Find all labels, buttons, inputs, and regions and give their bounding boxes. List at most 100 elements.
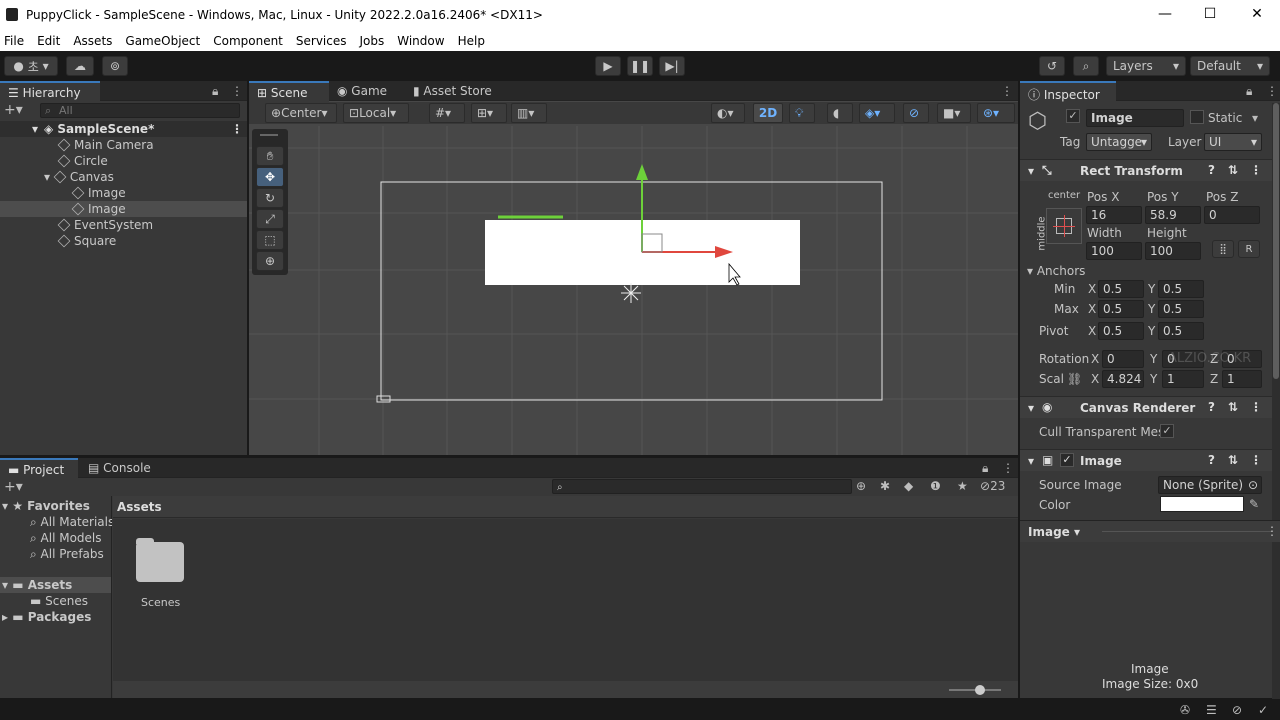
step-button[interactable]: ▶|: [659, 56, 685, 76]
image-enabled-checkbox[interactable]: ✓: [1060, 453, 1074, 467]
hierarchy-item[interactable]: Main Camera: [57, 137, 154, 153]
menu-gameobject[interactable]: GameObject: [125, 34, 200, 48]
object-name-input[interactable]: Image: [1086, 109, 1184, 127]
project-search-input[interactable]: ⌕: [552, 479, 852, 494]
canvas-renderer-header[interactable]: ▾ ◉ Canvas Renderer ? ⇅ ⋮: [1020, 396, 1272, 418]
cloud-button[interactable]: ☁: [66, 56, 94, 76]
hierarchy-search-input[interactable]: ⌕ All: [40, 103, 240, 118]
tag-dropdown[interactable]: Untagge ▾: [1086, 133, 1152, 151]
anchor-max-y-field[interactable]: 0.5: [1158, 300, 1204, 318]
hidden-packages-toggle[interactable]: ⊘23: [980, 479, 1005, 493]
kebab-menu-icon[interactable]: ⋮: [1001, 84, 1013, 98]
expand-arrow-icon[interactable]: ▾: [1028, 401, 1034, 415]
anchors-foldout[interactable]: ▾ Anchors: [1027, 264, 1085, 278]
star-icon[interactable]: ★: [957, 479, 968, 493]
tab-hierarchy[interactable]: ☰ Hierarchy: [0, 81, 100, 102]
posy-field[interactable]: 58.9: [1145, 206, 1201, 224]
menu-edit[interactable]: Edit: [37, 34, 60, 48]
preset-icon[interactable]: ⇅: [1228, 400, 1238, 414]
transform-tool[interactable]: ⊕: [256, 251, 284, 271]
constrain-proportions-icon[interactable]: ⛓︎: [1067, 372, 1082, 386]
source-image-field[interactable]: None (Sprite) ⊙: [1158, 476, 1262, 494]
blueprint-mode-button[interactable]: ⣿: [1212, 240, 1234, 258]
breadcrumb-assets[interactable]: Assets: [117, 500, 162, 514]
lock-icon[interactable]: 🔒︎: [212, 84, 218, 99]
expand-arrow-icon[interactable]: ▾: [1028, 454, 1034, 468]
favorite-item[interactable]: ⌕ All Prefabs: [30, 546, 104, 562]
layers-dropdown[interactable]: Layers ▾: [1106, 56, 1186, 76]
zoom-slider-thumb[interactable]: [975, 685, 985, 695]
menu-component[interactable]: Component: [213, 34, 283, 48]
tag-icon[interactable]: ◆: [904, 479, 913, 493]
scenes-folder[interactable]: ▬ Scenes: [30, 593, 88, 609]
object-picker-icon[interactable]: ⊙: [1248, 477, 1258, 493]
expand-arrow-icon[interactable]: ▾: [32, 121, 38, 137]
expand-arrow-icon[interactable]: ▾: [1028, 164, 1034, 178]
favorites-foldout[interactable]: ▾ ★ Favorites: [2, 498, 90, 514]
kebab-menu-icon[interactable]: ⋮: [1002, 461, 1014, 475]
expand-arrow-icon[interactable]: ▾: [44, 170, 54, 184]
mode-2d-toggle[interactable]: 2D: [753, 103, 783, 123]
static-checkbox[interactable]: [1190, 110, 1204, 124]
anchor-preset-button[interactable]: [1046, 208, 1082, 244]
width-field[interactable]: 100: [1086, 242, 1142, 260]
hierarchy-item-selected[interactable]: Image: [0, 201, 247, 217]
inspector-scrollbar[interactable]: [1272, 103, 1280, 699]
tab-game[interactable]: ◉ Game: [329, 81, 403, 102]
y-axis-arrow[interactable]: [636, 164, 648, 180]
drag-handle[interactable]: [260, 134, 278, 136]
menu-window[interactable]: Window: [397, 34, 444, 48]
preview-dropdown[interactable]: Image ▾: [1028, 525, 1080, 539]
search-by-type-icon[interactable]: ⊕: [856, 479, 866, 493]
kebab-menu-icon[interactable]: ⋮: [231, 121, 243, 137]
anchor-min-x-field[interactable]: 0.5: [1098, 280, 1144, 298]
eyedropper-icon[interactable]: ✎: [1249, 497, 1259, 511]
tab-project[interactable]: ▬ Project: [0, 458, 78, 479]
tab-inspector[interactable]: ⓘ Inspector: [1020, 81, 1116, 102]
lock-icon[interactable]: 🔒︎: [982, 461, 988, 476]
add-icon[interactable]: +▾: [4, 102, 23, 118]
increment-snap-button[interactable]: ▥▾: [511, 103, 547, 123]
hidden-objects-toggle[interactable]: ⊘: [903, 103, 929, 123]
rect-transform-header[interactable]: ▾ ⤡ Rect Transform ? ⇅ ⋮: [1020, 159, 1272, 181]
pivot-dropdown[interactable]: ⊕ Center ▾: [265, 103, 337, 123]
scale-x-field[interactable]: 4.824: [1102, 370, 1144, 388]
preset-icon[interactable]: ⇅: [1228, 163, 1238, 177]
collab-button[interactable]: ⊚: [102, 56, 128, 76]
network-icon[interactable]: ✇: [1180, 703, 1190, 717]
color-swatch[interactable]: [1160, 496, 1244, 512]
favorite-item[interactable]: ⌕ All Materials: [30, 514, 112, 530]
rect-tool[interactable]: ⬚: [256, 230, 284, 250]
cull-transparent-checkbox[interactable]: ✓: [1160, 424, 1174, 438]
effects-toggle[interactable]: ◈▾: [859, 103, 895, 123]
menu-assets[interactable]: Assets: [73, 34, 112, 48]
pause-button[interactable]: ❚❚: [627, 56, 653, 76]
preset-icon[interactable]: ⇅: [1228, 453, 1238, 467]
pivot-x-field[interactable]: 0.5: [1098, 322, 1144, 340]
height-field[interactable]: 100: [1145, 242, 1201, 260]
debug-icon[interactable]: ⊘: [1232, 703, 1242, 717]
help-icon[interactable]: ?: [1208, 163, 1215, 177]
account-dropdown[interactable]: ● 초 ▾: [4, 56, 58, 76]
info-circle-icon[interactable]: ❶: [930, 479, 941, 493]
anchor-max-x-field[interactable]: 0.5: [1098, 300, 1144, 318]
kebab-menu-icon[interactable]: ⋮: [1250, 453, 1262, 467]
help-icon[interactable]: ?: [1208, 453, 1215, 467]
hierarchy-item[interactable]: Image: [71, 185, 126, 201]
tab-asset-store[interactable]: ▮ Asset Store: [405, 81, 505, 102]
hierarchy-item[interactable]: EventSystem: [57, 217, 153, 233]
posz-field[interactable]: 0: [1204, 206, 1260, 224]
pivot-y-field[interactable]: 0.5: [1158, 322, 1204, 340]
rotate-tool[interactable]: ↻: [256, 188, 284, 208]
scene-viewport[interactable]: [249, 126, 1018, 455]
add-icon[interactable]: +▾: [4, 479, 23, 495]
minimize-icon[interactable]: —: [1155, 6, 1175, 22]
search-button[interactable]: ⌕: [1073, 56, 1099, 76]
scale-y-field[interactable]: 1: [1162, 370, 1204, 388]
history-button[interactable]: ↺: [1039, 56, 1065, 76]
draw-mode-button[interactable]: ◐▾: [711, 103, 745, 123]
scenes-folder-tile[interactable]: Scenes: [130, 538, 190, 609]
scene-row[interactable]: ▾ ◈ SampleScene* ⋮: [0, 121, 247, 137]
kebab-menu-icon[interactable]: ⋮: [1250, 400, 1262, 414]
zoom-slider[interactable]: [949, 685, 1001, 695]
